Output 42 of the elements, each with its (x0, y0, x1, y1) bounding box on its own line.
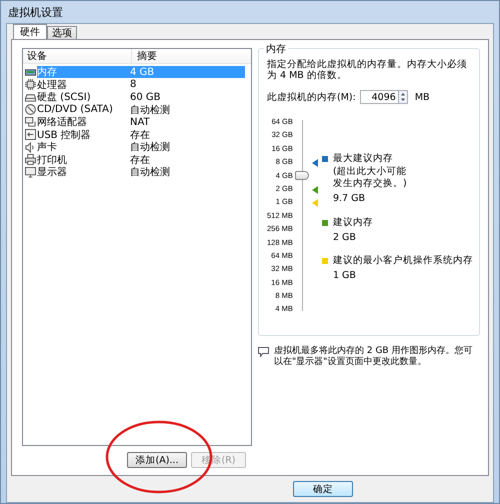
legend-title: 最大建议内存 (332, 152, 393, 165)
add-button[interactable]: 添加(A)... (127, 452, 187, 468)
tab[interactable]: 硬件 (13, 24, 47, 39)
device-row[interactable]: USB 控制器 存在 (37, 128, 245, 141)
chip-icon (25, 79, 36, 90)
unit-label: MB (414, 92, 430, 102)
printer-icon (25, 154, 36, 166)
column-header: 摘要 (136, 50, 157, 63)
device-row[interactable]: 打印机 存在 (37, 154, 245, 166)
device-row[interactable]: 声卡 自动检测 (37, 141, 245, 154)
legend-note: (超出此大小可能发生内存交换。) (332, 166, 408, 190)
legend-value: 1 GB (332, 270, 357, 281)
field-label: 此虚拟机的内存(M): (267, 90, 356, 104)
description-text: 指定分配给此虚拟机的内存量。内存大小必须为 4 MB 的倍数。 (267, 59, 468, 81)
device-row[interactable]: 显示器 自动检测 (37, 166, 245, 178)
column-header: 设备 (23, 49, 132, 63)
slider-thumb[interactable] (294, 171, 309, 180)
network-icon (25, 116, 36, 128)
speaker-icon (25, 142, 36, 153)
comment-icon (258, 347, 269, 357)
device-row[interactable]: CD/DVD (SATA) 自动检测 (37, 104, 245, 116)
tab[interactable]: 选项 (47, 26, 77, 39)
memory-field[interactable]: 4096 (360, 90, 398, 104)
disc-icon (25, 104, 36, 116)
group-title: 内存 (264, 42, 288, 56)
legend-value: 9.7 GB (332, 193, 366, 204)
marker-icon (312, 186, 318, 194)
monitor-icon (25, 166, 36, 178)
legend-title: 建议内存 (332, 216, 373, 229)
legend-title: 建议的最小客户机操作系统内存 (332, 254, 473, 267)
marker-icon (312, 159, 318, 167)
spinner-icon[interactable] (398, 90, 408, 104)
legend-value: 2 GB (332, 232, 357, 243)
note-text: 虚拟机最多将此内存的 2 GB 用作图形内存。您可以在"显示器"设置页面中更改此数量。 (274, 346, 474, 368)
memory-icon (25, 66, 36, 78)
window-title: 虚拟机设置 (8, 4, 63, 20)
device-row[interactable]: 网络适配器 NAT (37, 116, 245, 128)
marker-icon (312, 199, 318, 207)
ok-button[interactable]: 确定 (293, 481, 353, 497)
device-row[interactable]: 处理器 8 (37, 78, 245, 91)
usb-icon (25, 129, 36, 140)
device-row[interactable]: 硬盘 (SCSI) 60 GB (37, 91, 245, 104)
